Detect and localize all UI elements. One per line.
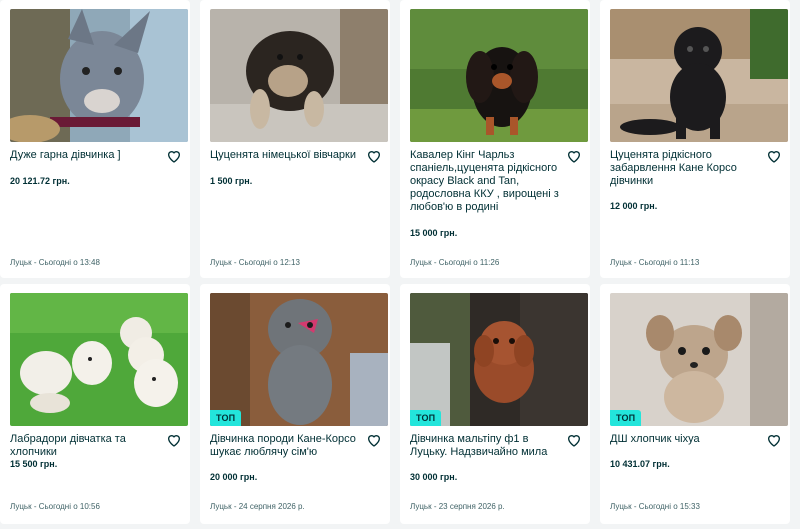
listing-card[interactable]: Лабрадори дівчатка та хлопчики 15 500 гр… [0, 284, 190, 524]
listing-photo[interactable] [410, 9, 588, 142]
listing-title[interactable]: Дуже гарна дівчинка ] [10, 149, 160, 162]
listing-price: 20 121.72 грн. [10, 176, 70, 186]
listing-location-date: Луцьк - 23 серпня 2026 р. [410, 502, 505, 511]
listing-location-date: Луцьк - Сьогодні о 15:33 [610, 502, 700, 511]
favorite-heart-icon[interactable] [766, 432, 782, 448]
listing-price: 1 500 грн. [210, 176, 253, 186]
listing-location-date: Луцьк - Сьогодні о 10:56 [10, 502, 100, 511]
listing-price: 15 000 грн. [410, 228, 458, 238]
listing-title[interactable]: Лабрадори дівчатка та хлопчики [10, 433, 160, 459]
listing-card[interactable]: Дуже гарна дівчинка ] 20 121.72 грн. Луц… [0, 0, 190, 278]
listing-price: 15 500 грн. [10, 459, 58, 469]
favorite-heart-icon[interactable] [166, 432, 182, 448]
listing-photo[interactable]: ТОП [610, 293, 788, 426]
favorite-heart-icon[interactable] [566, 148, 582, 164]
listing-title[interactable]: Дівчинка мальтіпу ф1 в Луцьку. Надзвичай… [410, 433, 560, 459]
favorite-heart-icon[interactable] [166, 148, 182, 164]
listing-photo[interactable] [10, 9, 188, 142]
listing-location-date: Луцьк - Сьогодні о 11:13 [610, 258, 700, 267]
listings-grid: Дуже гарна дівчинка ] 20 121.72 грн. Луц… [0, 0, 800, 529]
listing-title[interactable]: Кавалер Кінг Чарльз спаніель,цуценята рі… [410, 149, 560, 214]
listing-card[interactable]: Цуценята рідкісного забарвлення Кане Кор… [600, 0, 790, 278]
favorite-heart-icon[interactable] [766, 148, 782, 164]
favorite-heart-icon[interactable] [366, 148, 382, 164]
listing-location-date: Луцьк - 24 серпня 2026 р. [210, 502, 305, 511]
top-badge: ТОП [610, 410, 642, 426]
listing-photo[interactable] [210, 9, 388, 142]
listing-card[interactable]: ТОП Дівчинка мальтіпу ф1 в Луцьку. Надзв… [400, 284, 590, 524]
listing-photo[interactable]: ТОП [410, 293, 588, 426]
listing-photo[interactable] [10, 293, 188, 426]
favorite-heart-icon[interactable] [566, 432, 582, 448]
listing-photo[interactable] [610, 9, 788, 142]
listing-photo[interactable]: ТОП [210, 293, 388, 426]
listing-title[interactable]: Цуценята німецької вівчарки [210, 149, 360, 162]
listing-card[interactable]: Цуценята німецької вівчарки 1 500 грн. Л… [200, 0, 390, 278]
listing-location-date: Луцьк - Сьогодні о 12:13 [210, 258, 300, 267]
favorite-heart-icon[interactable] [366, 432, 382, 448]
listing-location-date: Луцьк - Сьогодні о 11:26 [410, 258, 500, 267]
listing-price: 12 000 грн. [610, 201, 658, 211]
listing-price: 20 000 грн. [210, 472, 258, 482]
top-badge: ТОП [410, 410, 442, 426]
listing-title[interactable]: ДШ хлопчик чіхуа [610, 433, 760, 446]
listing-card[interactable]: ТОП Дівчинка породи Кане-Корсо шукає люб… [200, 284, 390, 524]
listing-card[interactable]: ТОП ДШ хлопчик чіхуа 10 431.07 грн. Луць… [600, 284, 790, 524]
listing-location-date: Луцьк - Сьогодні о 13:48 [10, 258, 100, 267]
listing-title[interactable]: Цуценята рідкісного забарвлення Кане Кор… [610, 149, 760, 188]
listing-card[interactable]: Кавалер Кінг Чарльз спаніель,цуценята рі… [400, 0, 590, 278]
listing-price: 30 000 грн. [410, 472, 458, 482]
listing-price: 10 431.07 грн. [610, 459, 670, 469]
listing-title[interactable]: Дівчинка породи Кане-Корсо шукає люблячу… [210, 433, 360, 459]
top-badge: ТОП [210, 410, 242, 426]
